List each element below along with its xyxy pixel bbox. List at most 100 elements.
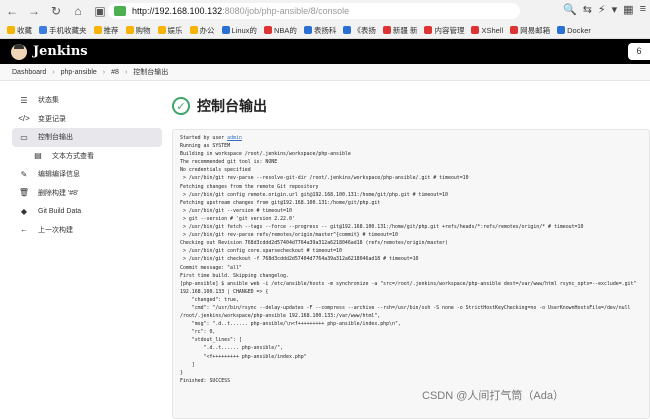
sidebar-item-label: 文本方式查看 [52,152,94,160]
console-line: Checking out Revision 768d3cddd2d57404d7… [180,240,448,247]
console-line: No credentials specified [180,167,251,174]
console-line: The recommended git tool is: NONE [180,159,278,166]
sidebar-item-label: 删除构建 '#8' [38,189,79,197]
breadcrumb-item[interactable]: php-ansible [61,69,97,76]
bookmark-item[interactable]: 手机收藏夹 [39,25,87,36]
bookmark-item[interactable]: 推荐 [93,25,119,36]
search-box[interactable]: 6 [628,43,650,60]
bookmark-label: 内容管理 [434,25,465,35]
console-output-box: Started by user admin Running as SYSTEM Bu… [172,129,650,419]
bookmark-label: 购物 [135,25,151,35]
address-bar[interactable]: http://192.168.100.132:8080/job/php-ansi… [108,3,520,19]
bookmark-item[interactable]: 网易邮箱 [510,25,550,36]
breadcrumb-item[interactable]: #8 [111,69,119,76]
console-line: "changed": true, [180,296,239,303]
folder-icon[interactable]: ▣ [92,4,108,18]
status-icon: ☰ [20,95,28,105]
address-url[interactable]: http://192.168.100.132:8080/job/php-ansi… [132,6,349,16]
sidebar-item-previous-build[interactable]: ← 上一次构建 [12,221,162,240]
bookmark-item[interactable]: Linux的 [221,25,257,36]
bookmark-label: 网易邮箱 [520,25,551,35]
console-line: > /usr/bin/git rev-parse refs/remotes/or… [180,232,398,239]
bookmark-item[interactable]: 娱乐 [157,25,183,36]
site-shield-icon [114,6,126,16]
page-title: 控制台输出 [197,98,267,114]
bookmark-icon [221,26,230,34]
bookmark-item[interactable]: 内容管理 [424,25,464,36]
edit-build-info-icon: ✎ [20,169,28,179]
chevron-right-icon: › [102,68,106,76]
sidebar-item-changes[interactable]: </> 变更记录 [12,110,162,129]
console-output-icon: ▭ [20,132,28,142]
console-line: > /usr/bin/git --version # timeout=10 [180,207,292,214]
sidebar-item-label: 上一次构建 [38,226,73,234]
jenkins-logo-icon[interactable] [11,43,27,60]
bookmark-label: 推荐 [103,25,119,35]
bookmark-item[interactable]: Docker [557,26,591,35]
sidebar-item-edit-build-info[interactable]: ✎ 编辑编译信息 [12,165,162,184]
breadcrumb-item[interactable]: Dashboard [12,69,46,76]
bookmark-item[interactable]: XShell [471,26,503,35]
bookmark-icon [93,26,102,34]
bookmark-item[interactable]: 表扬科 [303,25,337,36]
forward-icon[interactable]: → [26,4,42,18]
bookmark-label: NBA的 [273,25,297,35]
translate-icon[interactable]: ⇆ [583,3,592,16]
browser-toolbar: ← → ↻ ⌂ ▣ http://192.168.100.132:8080/jo… [0,0,650,22]
watermark: CSDN @人间打气筒（Ada） [422,390,564,402]
bookmark-label: Docker [567,25,591,35]
bookmark-item[interactable]: 办公 [189,25,215,36]
console-line: 192.168.100.133 | CHANGED => { [180,288,269,295]
bookmark-label: XShell [481,25,504,35]
bookmark-item[interactable]: 购物 [125,25,151,36]
breadcrumb-item[interactable]: 控制台输出 [133,67,168,77]
bookmark-label: 办公 [199,25,215,35]
bookmark-icon [157,26,166,34]
bookmark-item[interactable]: 收藏 [7,25,32,36]
sidebar-item-git-build-data[interactable]: ◆ Git Build Data [12,202,162,221]
user-link[interactable]: admin [227,135,242,141]
bookmark-icon [382,26,391,34]
bookmark-icon [39,26,47,34]
bookmark-label: 娱乐 [167,25,183,35]
sidebar-item-view-as-text[interactable]: ▤ 文本方式查看 [12,147,162,166]
jenkins-title[interactable]: Jenkins [33,44,88,59]
bookmark-label: 表扬科 [313,25,337,35]
delete-build-icon: 🗑 [18,188,30,198]
back-icon[interactable]: ← [4,4,20,18]
bookmark-icon [471,26,480,34]
sidebar-item-delete-build[interactable]: 🗑 删除构建 '#8' [12,184,162,203]
console-line: Fetching upstream changes from git@192.1… [180,199,381,206]
menu-icon[interactable]: ≡ [640,3,646,16]
success-check-icon: ✓ [172,97,190,115]
bookmark-icon [189,26,198,34]
bookmark-icon [125,26,134,34]
console-line: Started by user admin [180,135,242,141]
bookmark-icon [424,26,433,34]
sidebar-item-console-output[interactable]: ▭ 控制台输出 [12,128,162,147]
bookmark-label: 收藏 [17,25,32,35]
sidebar-item-status[interactable]: ☰ 状态集 [12,91,162,110]
console-line: > git --version # 'git version 2.22.0' [180,215,295,222]
console-line: "stdout_lines": [ [180,337,242,344]
bookmark-icon [510,26,519,34]
chevron-right-icon: › [124,68,128,76]
dropdown-icon[interactable]: ▾ [612,3,618,16]
console-line: ] [180,361,195,368]
bookmark-item[interactable]: 《表扬 [343,25,376,36]
lightning-icon[interactable]: ⚡ [598,3,606,16]
console-line: Commit message: "all" [180,264,242,271]
extension-icon[interactable]: ▦ [623,3,633,16]
console-line: ".d..t...... php-ansible/", [180,345,284,352]
home-icon[interactable]: ⌂ [70,4,86,18]
console-line: > /usr/bin/git checkout -f 768d3cddd2d57… [180,256,419,263]
refresh-icon[interactable]: ↻ [48,4,64,18]
changes-icon: </> [18,114,30,124]
console-line: Fetching changes from the remote Git rep… [180,183,319,190]
console-line: "rc": 0, [180,329,216,336]
bookmark-label: 《表扬 [353,25,376,35]
console-line: [php-ansible] $ ansible web -i /etc/ansi… [180,280,637,287]
bookmark-item[interactable]: 新疆 新 [382,25,417,36]
bookmark-item[interactable]: NBA的 [263,25,297,36]
search-icon[interactable]: 🔍 [563,3,577,16]
